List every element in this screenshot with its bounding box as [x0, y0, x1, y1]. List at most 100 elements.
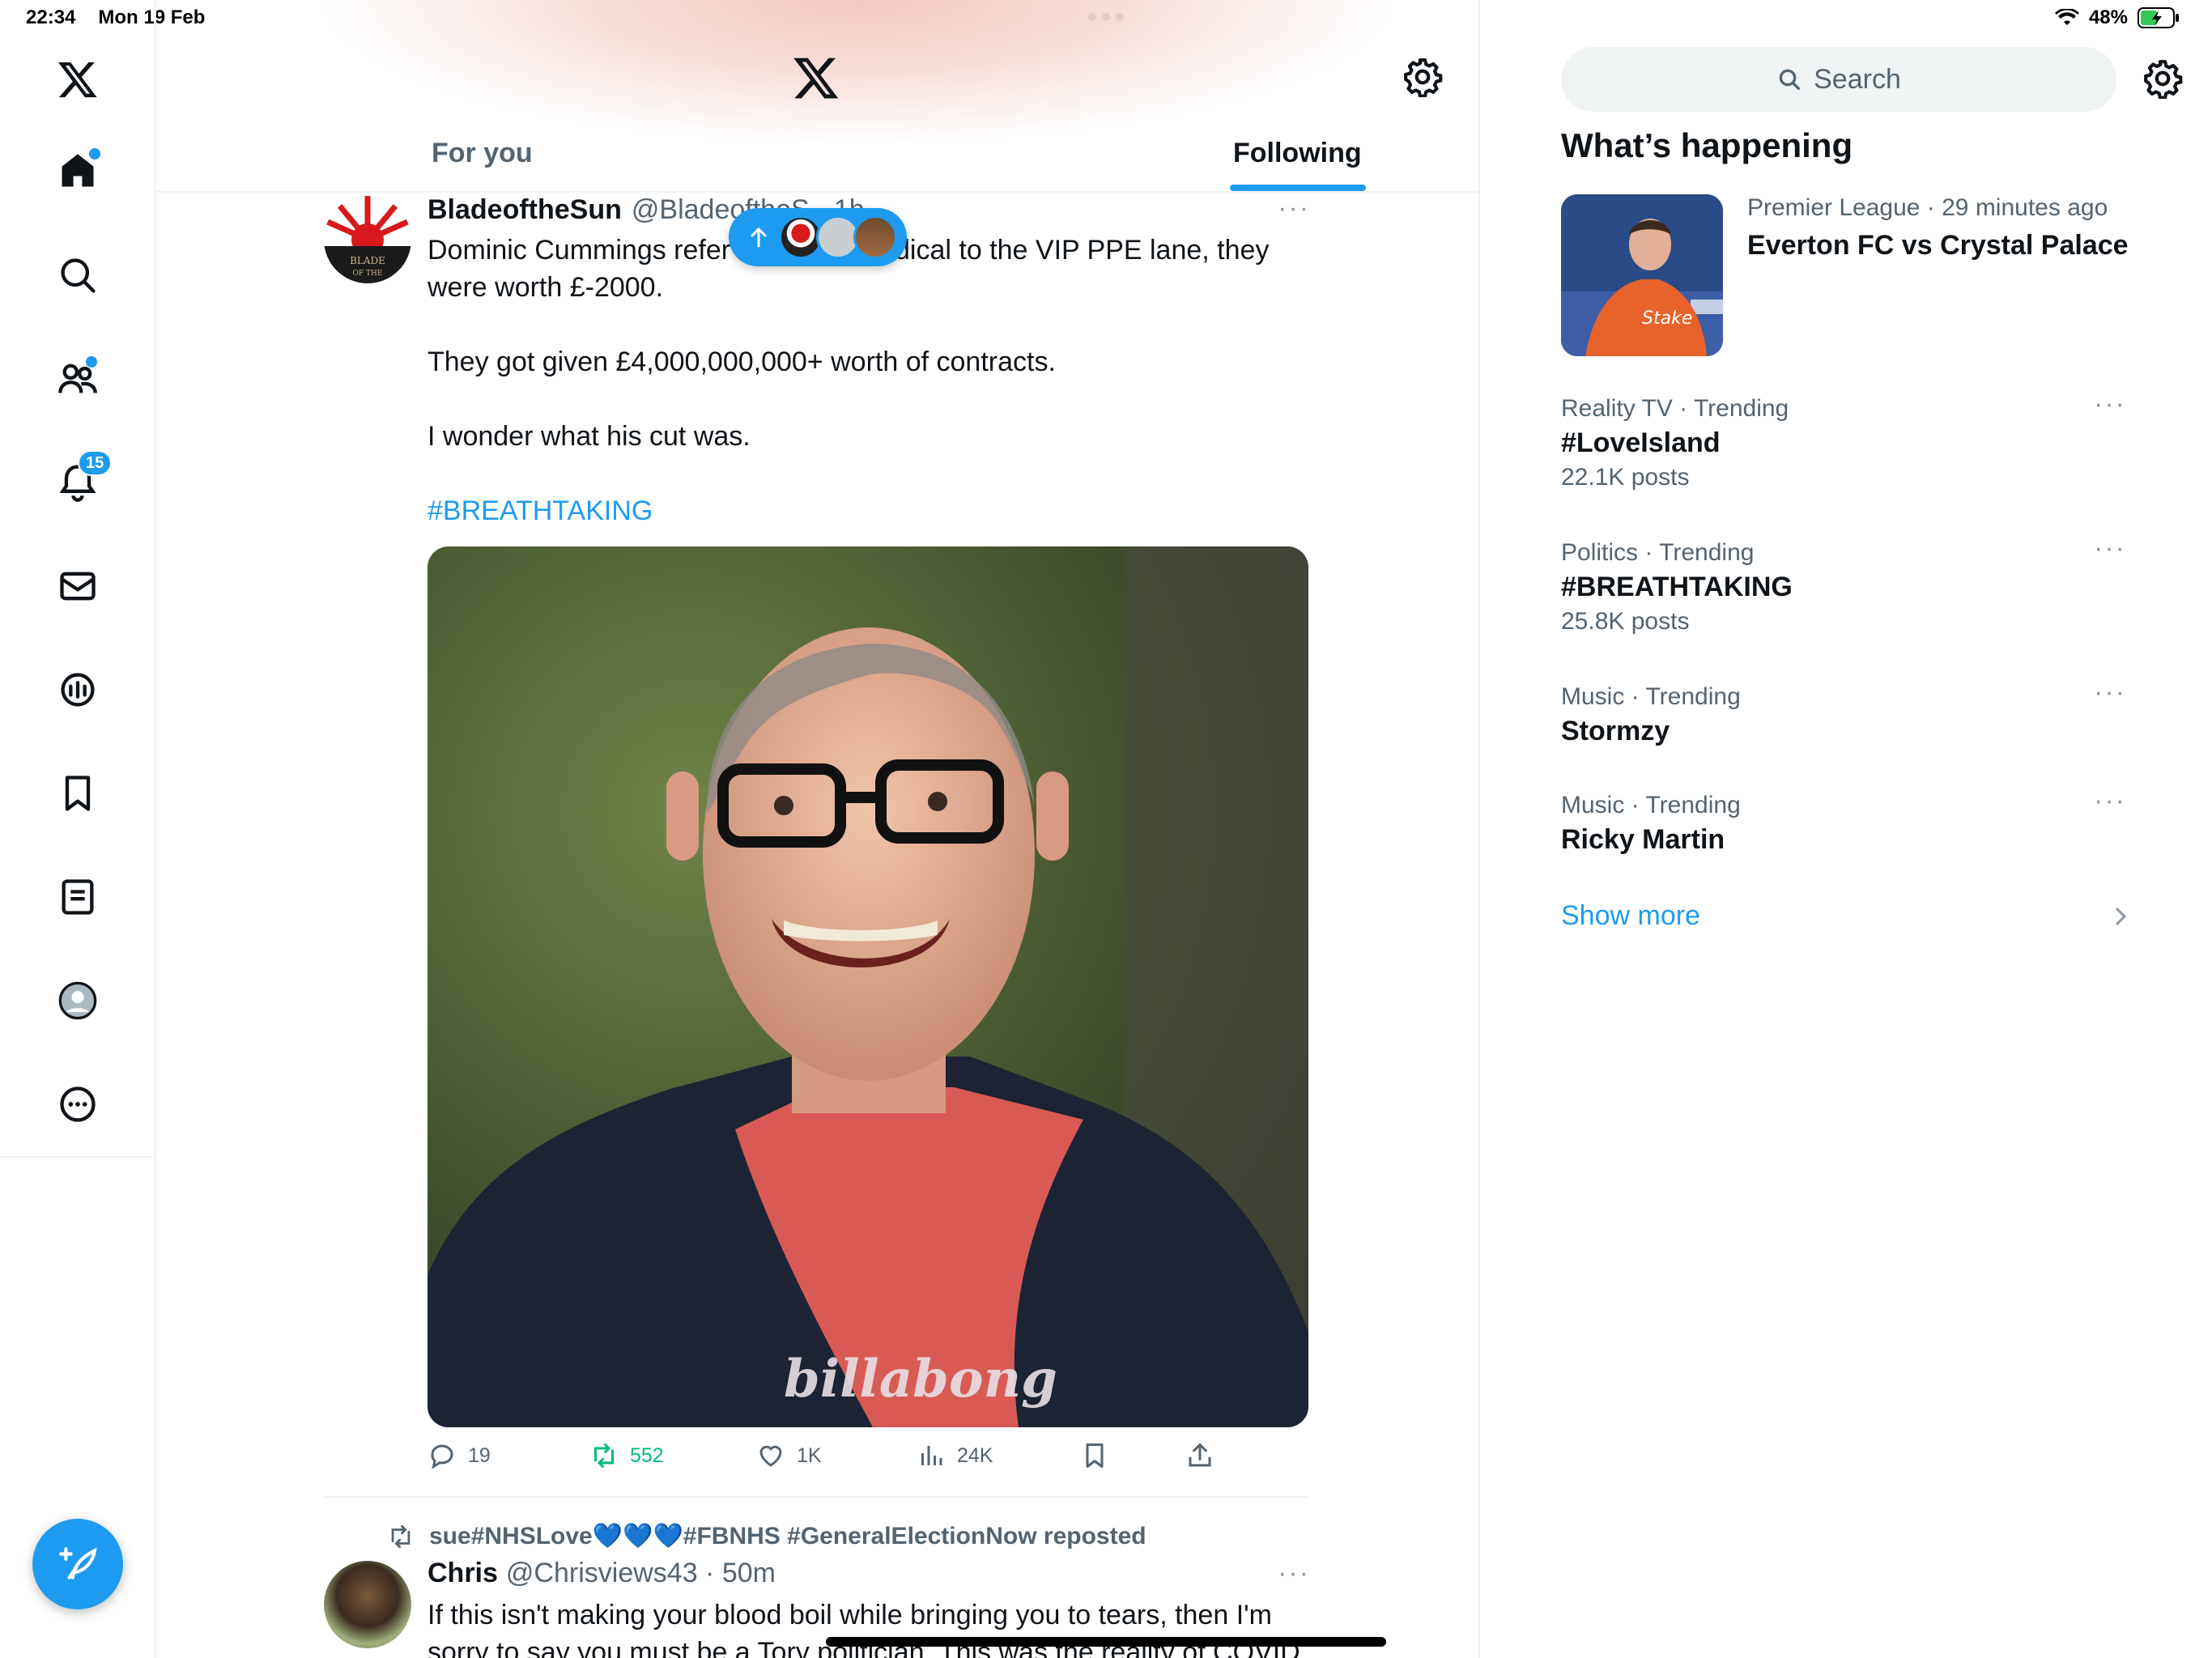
- nav-communities[interactable]: [49, 350, 107, 408]
- tweet2-body: If this isn't making your blood boil whi…: [428, 1596, 1318, 1658]
- like-count: 1K: [797, 1443, 822, 1467]
- tweet-hashtag-link[interactable]: #BREATHTAKING: [428, 492, 1318, 529]
- nav-separator: [0, 1156, 156, 1158]
- search-small-icon: [1779, 69, 1801, 90]
- explore-settings-gear-icon[interactable]: [2142, 58, 2183, 99]
- nav-bookmarks[interactable]: [49, 764, 107, 823]
- author-avatar[interactable]: BLADE OF THE: [324, 196, 411, 283]
- communities-unread-dot: [86, 356, 97, 368]
- view-count: 24K: [957, 1443, 993, 1467]
- reply-button[interactable]: 19: [428, 1441, 491, 1470]
- trend-title: Ricky Martin: [1561, 824, 1725, 855]
- shirt-sponsor: Stake: [1642, 308, 1692, 329]
- tweet-paragraph-2: They got given £4,000,000,000+ worth of …: [428, 346, 1056, 377]
- tab-for-you[interactable]: For you: [432, 138, 533, 169]
- pill-avatar-3: [853, 215, 897, 259]
- trend-title: #BREATHTAKING: [1561, 572, 1793, 602]
- tweet-more-button[interactable]: ···: [1278, 193, 1310, 224]
- search-icon: [61, 258, 96, 293]
- svg-text:BLADE: BLADE: [350, 255, 385, 266]
- nav-profile[interactable]: [49, 971, 107, 1030]
- heart-icon: [759, 1445, 782, 1467]
- x-logo-header-icon[interactable]: [792, 53, 840, 102]
- trend-item[interactable]: Music · Trending Stormzy: [1561, 683, 2128, 747]
- repost-icon: [594, 1443, 614, 1468]
- trend-more-button[interactable]: ···: [2094, 677, 2126, 708]
- nav-messages[interactable]: [49, 557, 107, 615]
- reply-count: 19: [468, 1443, 491, 1467]
- nav-more[interactable]: [49, 1075, 107, 1133]
- portrait-photo-image: billabong: [428, 546, 1308, 1427]
- trend-more-button[interactable]: ···: [2094, 389, 2126, 420]
- home-indicator[interactable]: [826, 1637, 1386, 1647]
- list-icon: [62, 879, 94, 915]
- tweet2-more-button[interactable]: ···: [1278, 1558, 1310, 1589]
- trend-count: 25.8K posts: [1561, 608, 1690, 635]
- event-thumbnail[interactable]: Stake: [1561, 194, 1723, 356]
- reply-icon: [431, 1444, 453, 1469]
- chevron-right-icon: [2115, 907, 2127, 926]
- nav-grok[interactable]: [49, 661, 107, 719]
- trend-item[interactable]: Politics · Trending #BREATHTAKING 25.8K …: [1561, 539, 2128, 636]
- rising-sun-avatar-icon: BLADE OF THE: [324, 196, 411, 283]
- more-circle-icon: [60, 1086, 96, 1122]
- trend-item[interactable]: Music · Trending Ricky Martin: [1561, 792, 2128, 856]
- arrow-up-icon: [751, 227, 767, 248]
- x-logo-icon[interactable]: [49, 50, 107, 108]
- trend-item[interactable]: Reality TV · Trending #LoveIsland 22.1K …: [1561, 395, 2128, 491]
- share-upload-icon: [1189, 1443, 1211, 1467]
- trend-title: #LoveIsland: [1561, 427, 1721, 458]
- tweet-paragraph-3: I wonder what his cut was.: [428, 421, 751, 452]
- share-button[interactable]: [1185, 1441, 1214, 1470]
- repost-count: 552: [630, 1443, 664, 1467]
- tweet-photo[interactable]: billabong: [428, 546, 1308, 1427]
- football-player-image: Stake: [1561, 194, 1723, 356]
- event-title[interactable]: Everton FC vs Crystal Palace: [1747, 230, 2129, 261]
- timeline-settings-gear-icon[interactable]: [1402, 57, 1443, 97]
- profile-avatar-icon: [58, 981, 97, 1020]
- nav-lists[interactable]: [49, 868, 107, 926]
- nav-explore[interactable]: [49, 246, 107, 304]
- bookmark-icon: [65, 776, 91, 811]
- show-more-link[interactable]: Show more: [1561, 900, 1700, 932]
- repost-small-icon: [391, 1524, 410, 1548]
- notifications-badge: 15: [78, 450, 113, 476]
- bookmark-button[interactable]: [1080, 1441, 1109, 1470]
- tweet-line-2: were worth £-2000.: [428, 272, 664, 303]
- trend-meta: Music · Trending: [1561, 683, 1741, 710]
- author2-name[interactable]: Chris: [428, 1558, 498, 1589]
- timeline-tabs: For you Following: [156, 121, 1479, 193]
- new-posts-pill[interactable]: [729, 208, 907, 266]
- trend-meta: Music · Trending: [1561, 792, 1741, 818]
- trend-more-button[interactable]: ···: [2094, 785, 2126, 817]
- author2-handle[interactable]: @Chrisviews43 · 50m: [506, 1558, 776, 1589]
- whats-happening-title: What’s happening: [1561, 126, 1853, 164]
- shirt-print: billabong: [784, 1349, 1057, 1409]
- tweet2-line-1: If this isn't making your blood boil whi…: [428, 1600, 1272, 1630]
- nav-notifications[interactable]: 15: [49, 450, 113, 512]
- tab-following[interactable]: Following: [1233, 138, 1362, 169]
- analytics-bars-icon: [921, 1446, 942, 1465]
- event-meta: Premier League · 29 minutes ago: [1747, 194, 2108, 221]
- repost-context[interactable]: sue#NHSLove💙💙💙#FBNHS #GeneralElectionNow…: [387, 1522, 1146, 1550]
- views-button[interactable]: 24K: [917, 1441, 993, 1470]
- tweet-divider: [324, 1496, 1308, 1498]
- nav-home[interactable]: [49, 142, 107, 200]
- compose-post-button[interactable]: [32, 1519, 123, 1609]
- trend-meta: Politics · Trending: [1561, 539, 1755, 566]
- search-input[interactable]: Search: [1561, 47, 2116, 112]
- svg-text:OF THE: OF THE: [353, 270, 383, 278]
- search-placeholder: Search: [1814, 63, 1901, 95]
- trend-more-button[interactable]: ···: [2094, 533, 2126, 564]
- trend-meta: Reality TV · Trending: [1561, 395, 1789, 422]
- trend-count: 22.1K posts: [1561, 464, 1690, 491]
- chris-avatar[interactable]: [324, 1561, 411, 1648]
- trend-title: Stormzy: [1561, 716, 1670, 746]
- like-button[interactable]: 1K: [756, 1441, 822, 1470]
- active-tab-indicator: [1230, 185, 1366, 191]
- author-name[interactable]: BladeoftheSun: [428, 194, 622, 226]
- repost-button[interactable]: 552: [589, 1441, 664, 1470]
- tweet-body: Dominic Cummings refer edical to the VIP …: [428, 232, 1318, 529]
- spaces-icon: [61, 673, 95, 707]
- feather-plus-icon: [59, 1547, 97, 1579]
